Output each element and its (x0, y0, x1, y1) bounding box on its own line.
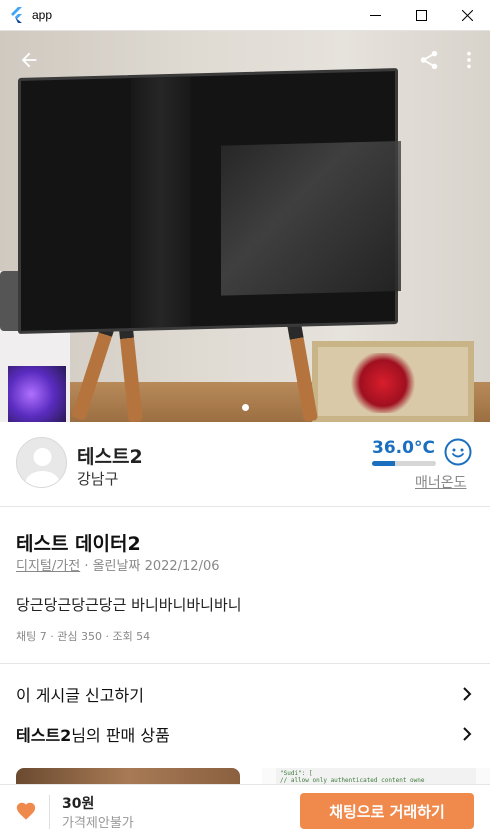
post-stats: 채팅 7 · 관심 350 · 조회 54 (16, 630, 151, 643)
chevron-right-icon (463, 687, 472, 701)
report-post-label: 이 게시글 신고하기 (16, 686, 144, 705)
manner-temperature-bar (372, 461, 436, 466)
arrow-back-icon (21, 52, 37, 68)
share-icon (420, 50, 438, 70)
report-post-link[interactable]: 이 게시글 신고하기 (16, 679, 474, 709)
manner-temperature-label[interactable]: 매너온도 (415, 472, 467, 492)
post-body: 당근당근당근당근 바니바니바니바니 (16, 596, 242, 614)
more-vert-icon (467, 51, 471, 69)
posted-date: · 올린날짜 2022/12/06 (84, 559, 220, 574)
divider (0, 663, 490, 664)
minimize-icon (369, 15, 381, 16)
seller-location: 강남구 (77, 470, 119, 488)
back-button[interactable] (16, 47, 42, 73)
post-meta: 디지털/가전 · 올린날짜 2022/12/06 (16, 555, 220, 574)
chat-trade-button[interactable]: 채팅으로 거래하기 (300, 793, 474, 829)
maximize-icon (415, 10, 427, 21)
tv-screen (18, 68, 401, 334)
minimize-button[interactable] (352, 0, 398, 31)
negotiation-status: 가격제안불가 (62, 816, 134, 831)
manner-temperature-value: 36.0°C (372, 438, 435, 458)
window-title: app (32, 8, 53, 22)
flutter-icon (11, 7, 22, 23)
seller-name: 테스트2 (77, 446, 143, 468)
more-button[interactable] (456, 47, 482, 73)
price: 30원 (62, 796, 95, 812)
smile-face-icon (444, 438, 472, 466)
share-button[interactable] (416, 47, 442, 73)
heart-icon[interactable] (15, 800, 37, 822)
category-link[interactable]: 디지털/가전 (16, 559, 80, 574)
seller-products-link[interactable]: 테스트2님의 판매 상품 (16, 719, 474, 749)
avatar[interactable] (16, 437, 67, 488)
chevron-right-icon (463, 727, 472, 741)
window-titlebar: app (0, 0, 490, 31)
page-indicator-dot[interactable] (242, 404, 249, 411)
bottom-action-bar: 30원 가격제안불가 채팅으로 거래하기 (0, 784, 490, 838)
maximize-button[interactable] (398, 0, 444, 31)
close-button[interactable] (444, 0, 490, 31)
seller-products-label: 테스트2님의 판매 상품 (16, 726, 170, 745)
seller-info[interactable]: 테스트2 강남구 36.0°C 매너온도 (0, 422, 490, 507)
close-icon (461, 10, 473, 21)
avatar-placeholder-icon (17, 438, 66, 487)
product-image-carousel[interactable] (0, 31, 490, 422)
post-title: 테스트 데이터2 (16, 533, 141, 555)
